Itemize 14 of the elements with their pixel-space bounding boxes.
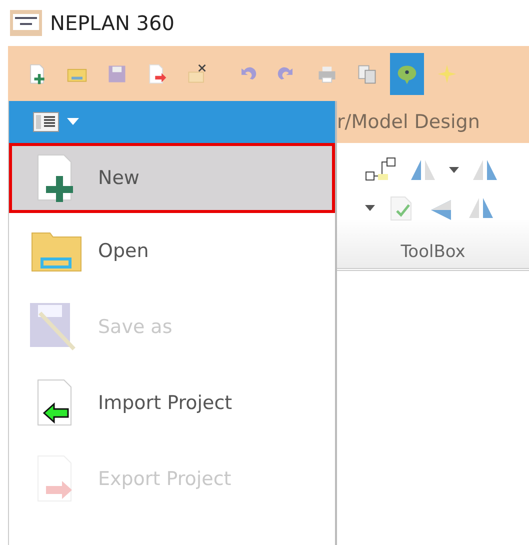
window-title: NEPLAN 360 [50, 11, 174, 35]
export-icon [146, 62, 168, 84]
dropdown-caret-icon [67, 118, 79, 126]
menu-item[interactable]: Import Project [9, 365, 335, 441]
menu-item[interactable]: Open [9, 213, 335, 289]
copy-icon [356, 62, 378, 84]
caret-icon [365, 205, 375, 211]
app-logo-icon [10, 10, 42, 36]
ribbon-group-label: ToolBox [400, 242, 466, 262]
list-icon [33, 112, 59, 132]
caret-icon [449, 167, 459, 173]
menu-item[interactable]: New [9, 143, 335, 213]
close-file-icon [186, 62, 208, 84]
menu-toggle-button[interactable] [33, 112, 79, 132]
